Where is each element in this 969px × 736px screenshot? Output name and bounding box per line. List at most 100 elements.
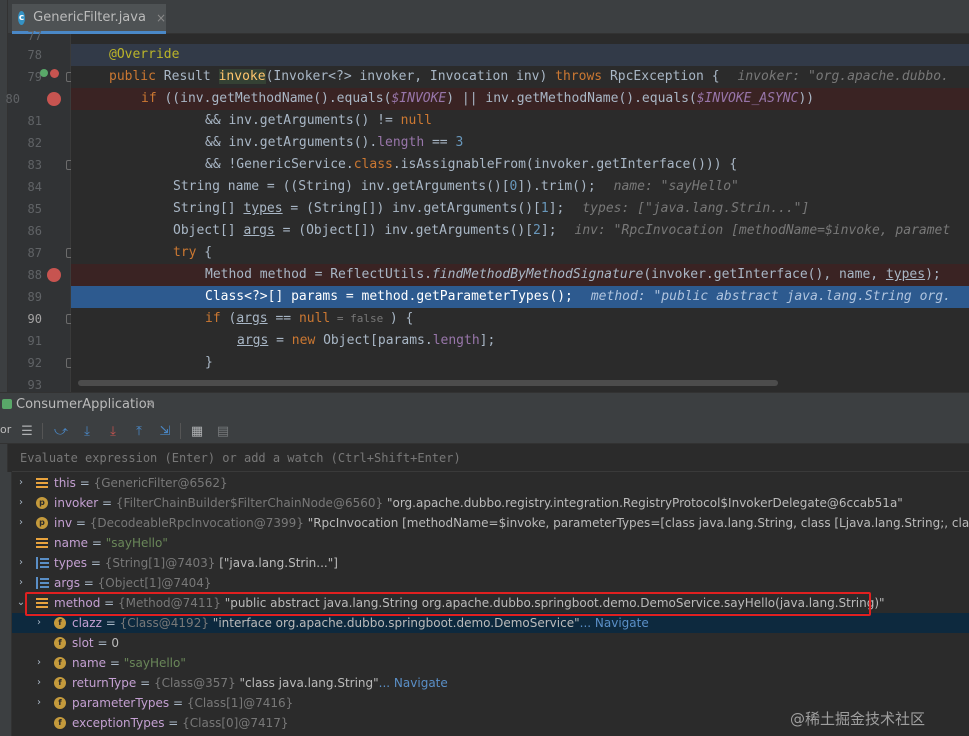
code-token: Object[] <box>173 223 244 238</box>
variable-row[interactable]: › p inv = {DecodeableRpcInvocation@7399}… <box>12 513 969 533</box>
code-token: && inv.getArguments() != <box>205 113 401 128</box>
method-breakpoint-icon[interactable] <box>50 69 59 78</box>
evaluate-expression-icon[interactable]: ▦ <box>188 422 206 440</box>
step-over-icon[interactable]: ⤓ <box>78 422 96 440</box>
step-out-icon[interactable]: ⤒ <box>130 422 148 440</box>
inline-debug-hint: method: "public abstract java.lang.Strin… <box>590 289 951 304</box>
trace-stream-icon[interactable]: ▤ <box>214 422 232 440</box>
code-token: (invoker.getInterface(), name, <box>643 267 886 282</box>
code-token: @Override <box>109 47 180 62</box>
code-token: = (String[]) inv.getArguments()[ <box>282 201 541 216</box>
variable-row[interactable]: › f clazz = {Class@4192} "interface org.… <box>12 613 969 633</box>
field-icon: f <box>54 617 66 629</box>
highlight-annotation-box <box>25 592 871 616</box>
code-token: .isAssignableFrom(invoker.getInterface()… <box>392 157 738 172</box>
code-line-83: && !GenericService.class.isAssignableFro… <box>71 154 969 176</box>
variable-value: ["java.lang.Strin..."] <box>219 556 338 570</box>
code-token: ]; <box>540 223 557 238</box>
expand-arrow-icon[interactable]: › <box>34 653 44 673</box>
line-number: 82 <box>27 136 42 150</box>
code-token: null <box>400 113 432 128</box>
code-token: ((inv.getMethodName().equals( <box>164 91 392 106</box>
variable-name: returnType <box>72 676 137 690</box>
variable-name: invoker <box>54 496 99 510</box>
variable-type: {Class[1]@7416} <box>186 696 294 710</box>
field-icon: f <box>54 697 66 709</box>
line-number: 89 <box>27 290 42 304</box>
menu-icon[interactable]: ☰ <box>18 422 36 440</box>
code-line-85: String[] types = (String[]) inv.getArgum… <box>71 198 969 220</box>
variable-row[interactable]: › this = {GenericFilter@6562} <box>12 473 969 493</box>
code-token: null <box>298 311 331 326</box>
code-token: throws <box>555 69 610 84</box>
code-token: $INVOKE <box>391 91 447 106</box>
variable-row[interactable]: name = "sayHello" <box>12 533 969 553</box>
code-token: ]; <box>479 333 496 348</box>
code-line-86: Object[] args = (Object[]) inv.getArgume… <box>71 220 969 242</box>
breakpoint-icon[interactable] <box>47 268 61 282</box>
code-token: if <box>205 311 229 326</box>
line-number: 84 <box>27 180 42 194</box>
navigate-link[interactable]: ... Navigate <box>580 616 649 630</box>
variable-value: 0 <box>111 636 119 650</box>
variable-type: {GenericFilter@6562} <box>93 476 228 490</box>
line-number: 85 <box>27 202 42 216</box>
code-token: $INVOKE_ASYNC <box>696 91 799 106</box>
code-token: = <box>268 333 292 348</box>
run-config-icon <box>2 399 12 409</box>
expand-arrow-icon[interactable]: › <box>16 573 26 593</box>
variable-name: name <box>72 656 107 670</box>
variable-row[interactable]: › types = {String[1]@7403} ["java.lang.S… <box>12 553 969 573</box>
expand-arrow-icon[interactable]: › <box>34 673 44 693</box>
variable-row[interactable]: › p invoker = {FilterChainBuilder$Filter… <box>12 493 969 513</box>
code-line-88: Method method = ReflectUtils.findMethodB… <box>71 264 969 286</box>
variable-row[interactable]: › f returnType = {Class@357} "class java… <box>12 673 969 693</box>
debug-session-tab[interactable]: ConsumerApplication <box>16 397 155 412</box>
code-token: class <box>353 157 393 172</box>
line-number: 90 <box>27 312 42 326</box>
navigate-link[interactable]: ... Navigate <box>379 676 448 690</box>
java-class-icon: c <box>18 10 26 25</box>
expand-arrow-icon[interactable]: › <box>16 553 26 573</box>
editor-tab-bar: c GenericFilter.java × <box>8 0 969 34</box>
evaluate-expression-input[interactable]: Evaluate expression (Enter) or add a wat… <box>12 446 969 472</box>
variable-name: this <box>54 476 76 490</box>
breakpoint-icon[interactable] <box>47 92 61 106</box>
code-line-79: public Result invoke(Invoker<?> invoker,… <box>71 66 969 88</box>
line-number: 88 <box>27 268 42 282</box>
debug-toolbar: or ☰ ⤻ ⤓ ⤓ ⤒ ⇲ ▦ ▤ <box>0 418 969 444</box>
code-token: && !GenericService. <box>205 157 354 172</box>
step-into-icon[interactable]: ⤓ <box>104 422 122 440</box>
frames-panel-edge <box>0 472 12 736</box>
close-icon[interactable]: × <box>145 397 155 411</box>
variable-row[interactable]: › args = {Object[1]@7404} <box>12 573 969 593</box>
expand-arrow-icon[interactable]: › <box>34 613 44 633</box>
expand-arrow-icon[interactable]: › <box>16 473 26 493</box>
variable-row[interactable]: › f name = "sayHello" <box>12 653 969 673</box>
parameter-icon: p <box>36 497 48 509</box>
code-token: findMethodByMethodSignature <box>431 267 644 282</box>
run-to-cursor-icon[interactable]: ⇲ <box>156 422 174 440</box>
variable-type: {Class@357} <box>153 676 236 690</box>
code-token: String name = ((String) inv.getArguments… <box>173 179 510 194</box>
horizontal-scrollbar[interactable] <box>78 380 778 386</box>
close-icon[interactable]: × <box>156 11 166 25</box>
override-marker-icon[interactable] <box>40 69 48 77</box>
code-token: 1 <box>540 201 549 216</box>
expand-arrow-icon[interactable]: › <box>34 693 44 713</box>
code-token: )) <box>798 91 815 106</box>
variable-row[interactable]: f slot = 0 <box>12 633 969 653</box>
code-token: } <box>205 355 213 370</box>
code-editor[interactable]: @Override public Result invoke(Invoker<?… <box>71 34 969 392</box>
code-token: ]).trim(); <box>517 179 596 194</box>
code-line-84: String name = ((String) inv.getArguments… <box>71 176 969 198</box>
code-token: = (Object[]) inv.getArguments()[ <box>274 223 534 238</box>
show-execution-point-icon[interactable]: ⤻ <box>52 422 70 440</box>
variable-type: {DecodeableRpcInvocation@7399} <box>89 516 304 530</box>
editor-gutter[interactable]: 77 78 79 80 81 82 83 84 85 86 87 88 89 9… <box>6 29 76 392</box>
variable-name: parameterTypes <box>72 696 170 710</box>
expand-arrow-icon[interactable]: › <box>16 513 26 533</box>
code-token: try <box>173 245 197 260</box>
expand-arrow-icon[interactable]: › <box>16 493 26 513</box>
variable-value: "org.apache.dubbo.registry.integration.R… <box>386 496 903 510</box>
